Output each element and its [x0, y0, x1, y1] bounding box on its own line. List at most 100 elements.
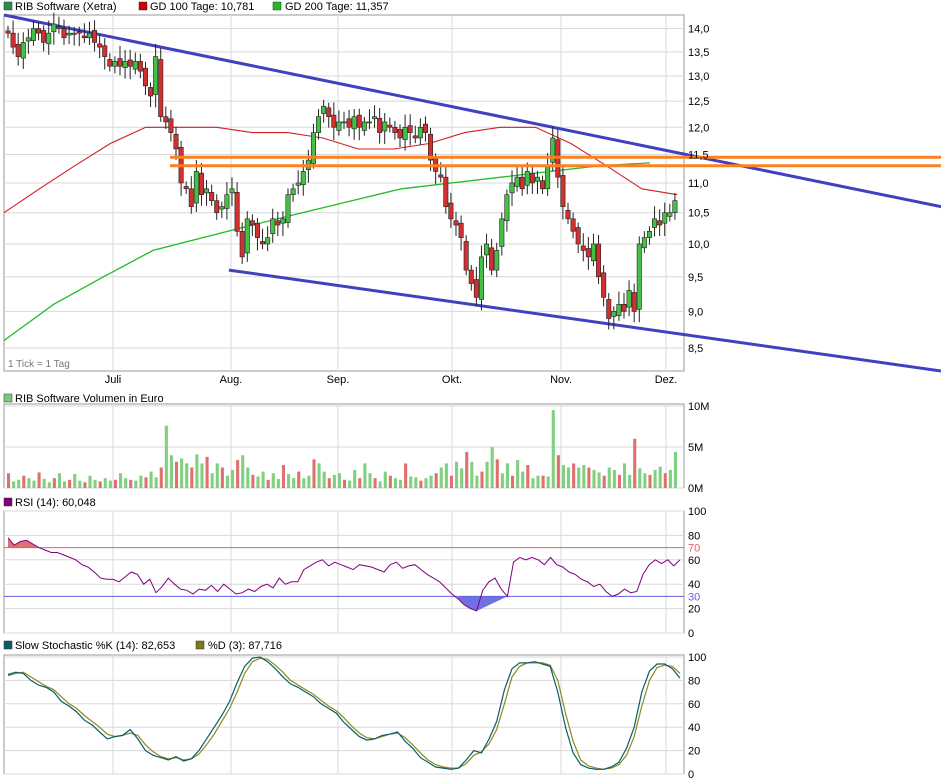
- candle-body: [229, 188, 235, 194]
- candle-body: [514, 176, 520, 187]
- volume-bar: [159, 467, 163, 488]
- candle-body: [524, 171, 530, 186]
- volume-bar: [521, 471, 525, 488]
- candle-body: [484, 243, 490, 256]
- volume-bar: [541, 475, 545, 488]
- volume-bar: [327, 478, 331, 488]
- stochastic-panel: [7, 656, 681, 770]
- volume-bar: [612, 469, 616, 488]
- volume-bar: [215, 463, 219, 488]
- candle-body: [387, 124, 393, 128]
- volume-bar: [429, 475, 433, 488]
- price-tick-label: 12,5: [688, 96, 709, 108]
- candle-body: [112, 61, 118, 67]
- volume-bar: [42, 478, 46, 488]
- candle-body: [652, 218, 658, 228]
- candle-body: [366, 121, 372, 124]
- candle-body: [10, 32, 16, 48]
- volume-bar: [424, 478, 428, 488]
- candle-body: [316, 116, 322, 133]
- candle-body: [504, 194, 510, 222]
- candle-body: [260, 241, 266, 245]
- volume-bar: [52, 478, 56, 488]
- volume-bar: [617, 474, 621, 488]
- volume-bar: [281, 465, 285, 488]
- candle-body: [81, 35, 87, 39]
- volume-bar: [388, 475, 392, 488]
- candle-body: [570, 218, 576, 232]
- volume-tick-label: 10M: [688, 401, 709, 413]
- volume-bar: [373, 478, 377, 488]
- volume-bar: [180, 458, 184, 488]
- volume-bar: [154, 477, 158, 488]
- candle-body: [5, 30, 11, 34]
- tick-note: 1 Tick = 1 Tag: [8, 359, 70, 370]
- price-tick-label: 10,5: [688, 208, 709, 220]
- candle-body: [188, 188, 194, 207]
- volume-bar: [470, 461, 474, 488]
- volume-tick-label: 5M: [688, 442, 703, 454]
- candle-body: [377, 117, 383, 133]
- volume-bar: [337, 473, 341, 488]
- candle-body: [117, 58, 123, 67]
- main-panel-frame: [3, 14, 685, 372]
- candle-body: [662, 212, 668, 224]
- legend-stoch-k-label: Slow Stochastic %K (14): 82,653: [15, 640, 175, 652]
- candle-body: [565, 209, 571, 220]
- volume-bar: [358, 478, 362, 488]
- candle-body: [382, 121, 388, 132]
- volume-bar: [307, 475, 311, 488]
- candle-body: [173, 133, 179, 150]
- volume-bar: [68, 479, 72, 488]
- candle-body: [331, 114, 337, 128]
- volume-bar: [287, 474, 291, 488]
- candle-body: [25, 37, 31, 42]
- candle-body: [127, 59, 133, 67]
- stoch-legend: Slow Stochastic %K (14): 82,653 %D (3): …: [3, 640, 282, 652]
- volume-bar: [475, 475, 479, 488]
- price-tick-label: 13,0: [688, 71, 709, 83]
- candle-body: [407, 125, 413, 133]
- volume-bar: [271, 473, 275, 488]
- volume-bar: [113, 479, 117, 488]
- volume-bar: [83, 482, 87, 488]
- candle-body: [468, 269, 474, 284]
- volume-panel-frame: [3, 403, 685, 489]
- volume-bar: [582, 465, 586, 488]
- candle-body: [270, 218, 276, 235]
- candle-body: [326, 107, 332, 117]
- volume-bar: [551, 410, 555, 488]
- rsi-tick-label: 60: [688, 555, 700, 567]
- candle-body: [51, 23, 57, 33]
- candle-body: [596, 243, 602, 278]
- candle-body: [458, 222, 464, 238]
- rsi-line: [7, 537, 681, 612]
- volume-bar: [241, 455, 245, 488]
- candle-body: [153, 56, 159, 95]
- stoch-k-line: [7, 656, 681, 770]
- candle-body: [463, 241, 469, 271]
- candle-body: [239, 230, 245, 258]
- volume-bar: [195, 454, 199, 488]
- volume-bar: [149, 471, 153, 488]
- x-tick-label: Nov.: [550, 374, 572, 386]
- volume-legend: RIB Software Volumen in Euro: [3, 393, 164, 405]
- candle-body: [438, 174, 444, 178]
- candle-body: [646, 230, 652, 238]
- legend-rsi-label: RSI (14): 60,048: [15, 497, 96, 509]
- candle-body: [601, 272, 607, 298]
- candle-body: [183, 186, 189, 190]
- price-tick-label: 8,5: [688, 343, 703, 355]
- stoch-tick-label: 0: [688, 769, 694, 781]
- candle-body: [204, 188, 210, 194]
- volume-bar: [597, 472, 601, 488]
- volume-bar: [276, 478, 280, 488]
- candle-body: [590, 243, 596, 262]
- candle-body: [193, 171, 199, 204]
- price-tick-label: 11,5: [688, 149, 709, 161]
- candle-body: [137, 61, 143, 72]
- candle-body: [351, 116, 357, 130]
- candle-body: [519, 176, 525, 190]
- candle-body: [15, 44, 21, 57]
- volume-bar: [368, 473, 372, 488]
